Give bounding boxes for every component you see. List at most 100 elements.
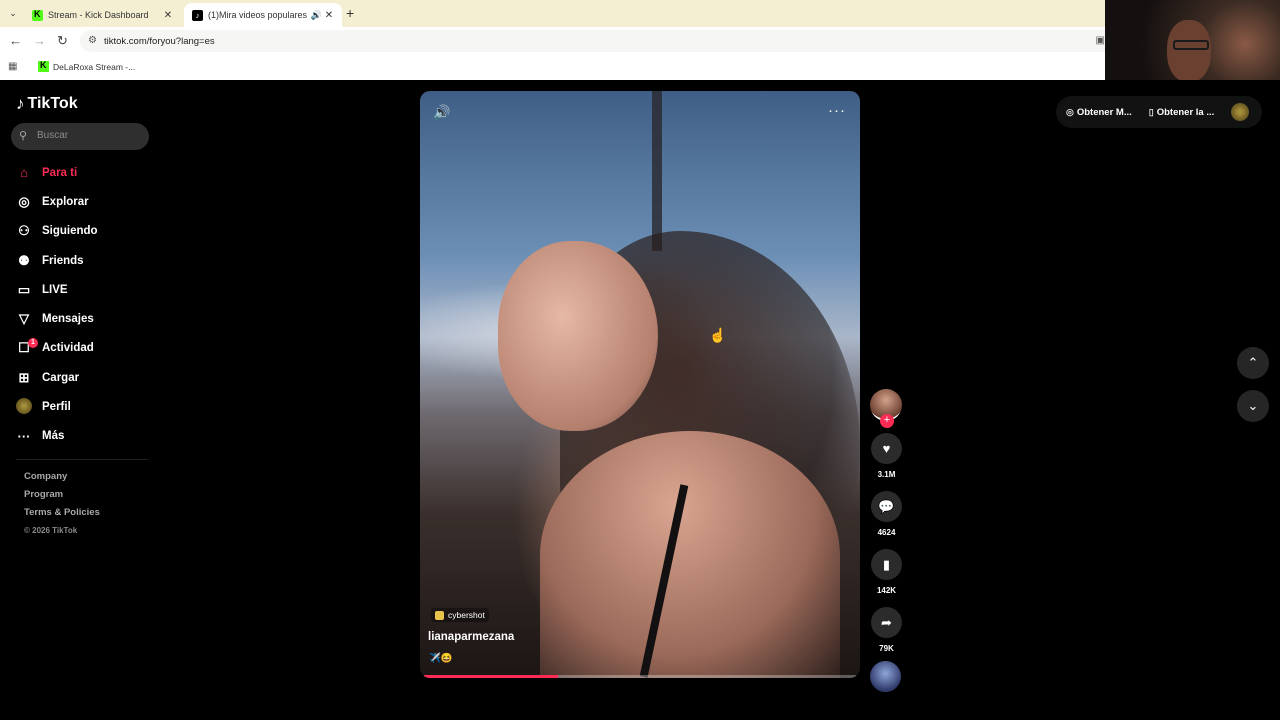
- creator-avatar[interactable]: +: [870, 389, 902, 428]
- footer-link-terms[interactable]: Terms & Policies: [24, 507, 100, 525]
- footer-link-program[interactable]: Program: [24, 489, 100, 507]
- video-caption: ✈️😆: [429, 653, 453, 664]
- share-arrow-icon[interactable]: ➦: [871, 607, 902, 638]
- tab-search-chevron-icon[interactable]: ⌄: [5, 5, 21, 21]
- next-video-button[interactable]: ⌄: [1237, 390, 1269, 422]
- reload-icon[interactable]: ↻: [57, 33, 68, 49]
- previous-video-button[interactable]: ⌃: [1237, 347, 1269, 379]
- site-settings-icon[interactable]: ⚙: [88, 35, 97, 46]
- url-text: tiktok.com/foryou?lang=es: [104, 36, 215, 47]
- sound-disc-icon[interactable]: [870, 661, 901, 692]
- sidebar-item-label: Más: [42, 430, 65, 443]
- tab-close-icon[interactable]: ✕: [161, 10, 175, 21]
- share-count: 79K: [879, 644, 894, 653]
- video-scene-body: [540, 431, 840, 678]
- webcam-person: [1167, 20, 1211, 82]
- browser-tab-tiktok[interactable]: ♪ (1)Mira videos populares sobre 🔊 ✕: [184, 3, 342, 27]
- share-action: ➦ 79K: [870, 607, 903, 653]
- url-omnibox[interactable]: ⚙ tiktok.com/foryou?lang=es ▣: [80, 30, 1105, 52]
- tab-title: Stream - Kick Dashboard: [48, 10, 149, 20]
- sidebar-item-friends[interactable]: ⚉ Friends: [0, 246, 160, 275]
- forward-arrow-icon[interactable]: →: [33, 33, 46, 48]
- kick-favicon-icon: [32, 9, 43, 21]
- address-bar-row: ← → ↻ ⚙ tiktok.com/foryou?lang=es ▣: [0, 27, 1105, 55]
- button-label: Obtener la ...: [1156, 106, 1215, 118]
- video-player[interactable]: 🔊 ··· ☝ cybershot lianaparmezana ✈️😆: [420, 91, 860, 678]
- tab-audio-icon[interactable]: 🔊: [311, 10, 322, 21]
- search-input[interactable]: ⚲ Buscar: [11, 123, 149, 150]
- avatar-icon: [15, 397, 33, 417]
- sidebar-item-perfil[interactable]: Perfil: [0, 392, 160, 421]
- phone-icon: ▯: [1148, 106, 1154, 117]
- more-options-icon[interactable]: ···: [828, 102, 846, 119]
- apps-grid-icon[interactable]: ▦: [8, 61, 17, 72]
- video-progress-fill: [424, 675, 558, 678]
- video-author[interactable]: lianaparmezana: [428, 631, 514, 643]
- webcam-glasses: [1173, 40, 1209, 50]
- bookmarks-bar: ▦ DeLaRoxa Stream -...: [0, 55, 1105, 80]
- sidebar-item-para-ti[interactable]: ⌂ Para ti: [0, 158, 160, 187]
- like-action: ♥ 3.1M: [870, 433, 903, 479]
- sidebar-item-label: LIVE: [42, 283, 68, 296]
- sidebar-item-mas[interactable]: ··· Más: [0, 422, 160, 451]
- sidebar-divider: [16, 459, 148, 460]
- heart-icon[interactable]: ♥: [871, 433, 902, 464]
- sidebar-item-explorar[interactable]: ◎ Explorar: [0, 187, 160, 216]
- hand-cursor-icon: ☝: [709, 327, 727, 343]
- button-label: Obtener M...: [1076, 106, 1132, 118]
- like-count: 3.1M: [877, 470, 896, 479]
- extension-icon[interactable]: ▣: [1096, 35, 1105, 46]
- volume-icon[interactable]: 🔊: [433, 104, 450, 121]
- comment-count: 4624: [877, 528, 896, 537]
- search-placeholder: Buscar: [37, 130, 69, 141]
- tiktok-logo[interactable]: ♪ TikTok: [16, 94, 78, 114]
- browser-tab-kick[interactable]: Stream - Kick Dashboard ✕: [24, 3, 181, 27]
- footer-link-company[interactable]: Company: [24, 471, 100, 489]
- home-icon: ⌂: [20, 165, 28, 181]
- sidebar-item-cargar[interactable]: ⊞ Cargar: [0, 363, 160, 392]
- notification-badge: 1: [28, 337, 38, 348]
- sidebar-item-label: Perfil: [42, 401, 71, 414]
- browser-tab-strip: ⌄ Stream - Kick Dashboard ✕ ♪ (1)Mira vi…: [0, 0, 1105, 27]
- upload-icon: ⊞: [18, 369, 30, 385]
- search-icon: ⚲: [19, 130, 28, 142]
- get-coins-button[interactable]: ◎ Obtener M...: [1066, 107, 1132, 118]
- back-arrow-icon[interactable]: ←: [9, 33, 22, 48]
- sidebar-item-label: Friends: [42, 254, 84, 267]
- video-progress-bar[interactable]: [424, 675, 856, 678]
- ellipsis-icon: ···: [17, 428, 31, 444]
- bookmark-item[interactable]: DeLaRoxa Stream -...: [38, 60, 136, 72]
- tiktok-note-icon: ♪: [16, 94, 25, 113]
- sidebar-item-actividad[interactable]: ☐ 1 Actividad: [0, 334, 160, 363]
- tab-title: (1)Mira videos populares sobre: [208, 10, 308, 20]
- kick-favicon-icon: [38, 60, 49, 72]
- sidebar-item-label: Cargar: [42, 371, 80, 384]
- save-action: ▮ 142K: [870, 549, 903, 595]
- profile-avatar[interactable]: [1231, 103, 1250, 121]
- get-app-button[interactable]: ▯ Obtener la ...: [1149, 107, 1215, 118]
- follow-plus-icon[interactable]: +: [880, 414, 894, 428]
- person-plus-icon: ⚇: [18, 223, 30, 239]
- sidebar-nav: ⌂ Para ti ◎ Explorar ⚇ Siguiendo ⚉ Frien…: [0, 158, 160, 451]
- sidebar-item-label: Mensajes: [42, 313, 94, 326]
- coin-icon: ◎: [1066, 106, 1074, 117]
- sidebar-item-mensajes[interactable]: ▽ Mensajes: [0, 304, 160, 333]
- sidebar-item-siguiendo[interactable]: ⚇ Siguiendo: [0, 217, 160, 246]
- new-tab-button[interactable]: +: [346, 5, 354, 21]
- video-scene-pole: [652, 91, 662, 251]
- copyright-text: © 2026 TikTok: [24, 526, 78, 535]
- video-scene-face: [498, 241, 658, 431]
- top-actions-pill: ◎ Obtener M... ▯ Obtener la ...: [1056, 96, 1262, 128]
- sidebar-item-label: Explorar: [42, 195, 89, 208]
- comment-icon[interactable]: 💬: [871, 491, 902, 522]
- sidebar-item-label: Siguiendo: [42, 225, 98, 238]
- sidebar-item-label: Actividad: [42, 342, 94, 355]
- bookmark-icon[interactable]: ▮: [871, 549, 902, 580]
- bookmark-label: DeLaRoxa Stream -...: [53, 61, 136, 72]
- tab-close-icon[interactable]: ✕: [322, 10, 336, 21]
- compass-icon: ◎: [18, 193, 30, 209]
- save-count: 142K: [876, 586, 897, 595]
- sidebar-item-live[interactable]: ▭ LIVE: [0, 275, 160, 304]
- music-tag[interactable]: cybershot: [431, 608, 489, 622]
- send-icon: ▽: [19, 311, 29, 327]
